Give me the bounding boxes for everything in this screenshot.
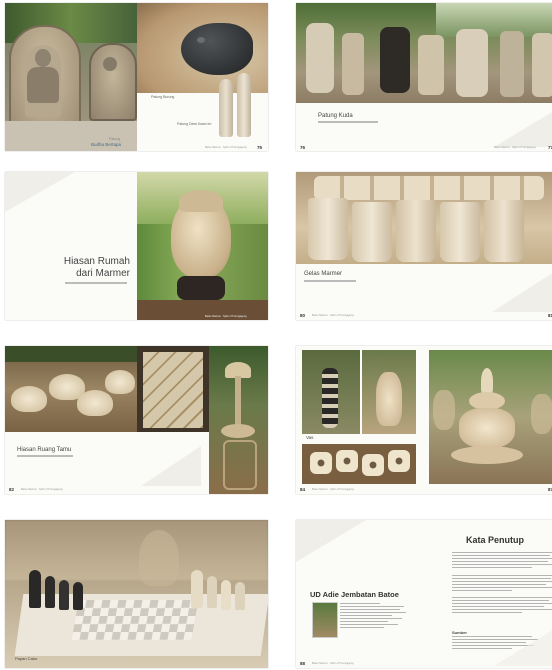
caption-budha-label: Patung [109, 137, 121, 141]
spread-hiasan-rumah: Hiasan Rumah dari Marmer Batoe Marmer · … [5, 172, 268, 320]
page-number-75: 75 [257, 145, 263, 150]
decor-triangle-spread8 [296, 520, 366, 562]
photo-ud-adie [312, 602, 338, 638]
caption-patung-kuda: Patung Kuda [318, 113, 353, 119]
decor-triangle-spread8b [494, 628, 552, 666]
caption-patung-burung: Patung Burung [151, 95, 175, 99]
photo-gelas-marmer [296, 172, 552, 264]
page-number-76: 76 [300, 145, 306, 150]
spread-patung-kuda: Patung Kuda 76 Batoe Marmer · Spirit of … [296, 3, 552, 151]
photo-vas-hitam-putih [302, 350, 360, 434]
photo-patung-kuda [296, 3, 552, 103]
caption-hiasan-ruang-tamu: Hiasan Ruang Tamu [17, 447, 72, 453]
caption-gelas-sub [304, 280, 356, 282]
photo-kwan-im-figures [213, 69, 265, 141]
text-ud-adie-info [340, 603, 410, 630]
caption-vas: Vas [306, 435, 314, 440]
heading-sumber: Sumber [452, 630, 467, 635]
caption-papan-catur: Papan Catur [15, 656, 38, 661]
heading-hiasan-rumah-1: Hiasan Rumah [63, 256, 130, 267]
heading-hiasan-rumah-2: dari Marmer [76, 268, 130, 279]
photo-kotak-marmer [137, 346, 209, 432]
photo-budha-statues: Patung Budha Bertapa [5, 3, 137, 151]
page-number-88: 88 [300, 661, 306, 666]
heading-sub-line [65, 282, 127, 284]
caption-budha-title: Budha Bertapa [91, 142, 122, 147]
decor-triangle-spread3 [5, 172, 75, 212]
footer-spread8: Batoe Marmer · Spirit of Tulungagung [312, 662, 354, 665]
page-number-80: 80 [300, 313, 306, 318]
spread-vas: Vas 84 Batoe Marmer · Spirit of Tulungag… [296, 346, 552, 494]
text-kata-penutup-body [452, 552, 552, 615]
spread-patung-budha: Patung Budha Bertapa Patung Burung Patun… [5, 3, 268, 151]
decor-triangle-spread2 [494, 111, 552, 147]
spread-hiasan-ruang-tamu: Hiasan Ruang Tamu 82 Batoe Marmer · Spir… [5, 346, 268, 494]
photo-papan-catur [5, 520, 268, 668]
page-number-81: 81 [548, 313, 552, 318]
footer-spread2: Batoe Marmer · Spirit of Tulungagung [494, 146, 536, 149]
heading-kata-penutup: Kata Penutup [466, 535, 525, 545]
caption-kuda-sub [318, 121, 378, 123]
caption-ruang-tamu-sub [17, 455, 73, 457]
footer-spread5: Batoe Marmer · Spirit of Tulungagung [21, 488, 63, 491]
spread-papan-catur: Papan Catur [5, 520, 268, 668]
decor-triangle-spread5 [141, 446, 201, 486]
caption-kwan-im: Patung Dewi Kwan Im [177, 122, 212, 126]
spread-gelas-marmer: Gelas Marmer 80 Batoe Marmer · Spirit of… [296, 172, 552, 320]
page-number-84: 84 [300, 487, 306, 492]
caption-gelas-marmer: Gelas Marmer [304, 271, 343, 277]
photo-ornamen-lotus [5, 346, 137, 432]
page-number-82: 82 [9, 487, 15, 492]
footer-spread6: Batoe Marmer · Spirit of Tulungagung [312, 488, 354, 491]
page-number-77: 77 [548, 145, 552, 150]
heading-ud-adie: UD Adie Jembatan Batoe [310, 590, 399, 599]
page-number-87: 87 [548, 487, 552, 492]
photo-lampu-hias [209, 346, 268, 494]
spread-kata-penutup: UD Adie Jembatan Batoe Kata Penutup Sumb… [296, 520, 552, 668]
photo-tempat-lilin [302, 444, 416, 484]
photo-guci-marmer [429, 350, 552, 484]
footer-spread3: Batoe Marmer · Spirit of Tulungagung [205, 315, 247, 318]
footer-spread4: Batoe Marmer · Spirit of Tulungagung [312, 314, 354, 317]
decor-triangle-spread4 [492, 272, 552, 312]
photo-vas-krem [362, 350, 416, 434]
photo-kepala-budha [137, 172, 268, 320]
footer-spread1: Batoe Marmer · Spirit of Tulungagung [205, 146, 247, 149]
